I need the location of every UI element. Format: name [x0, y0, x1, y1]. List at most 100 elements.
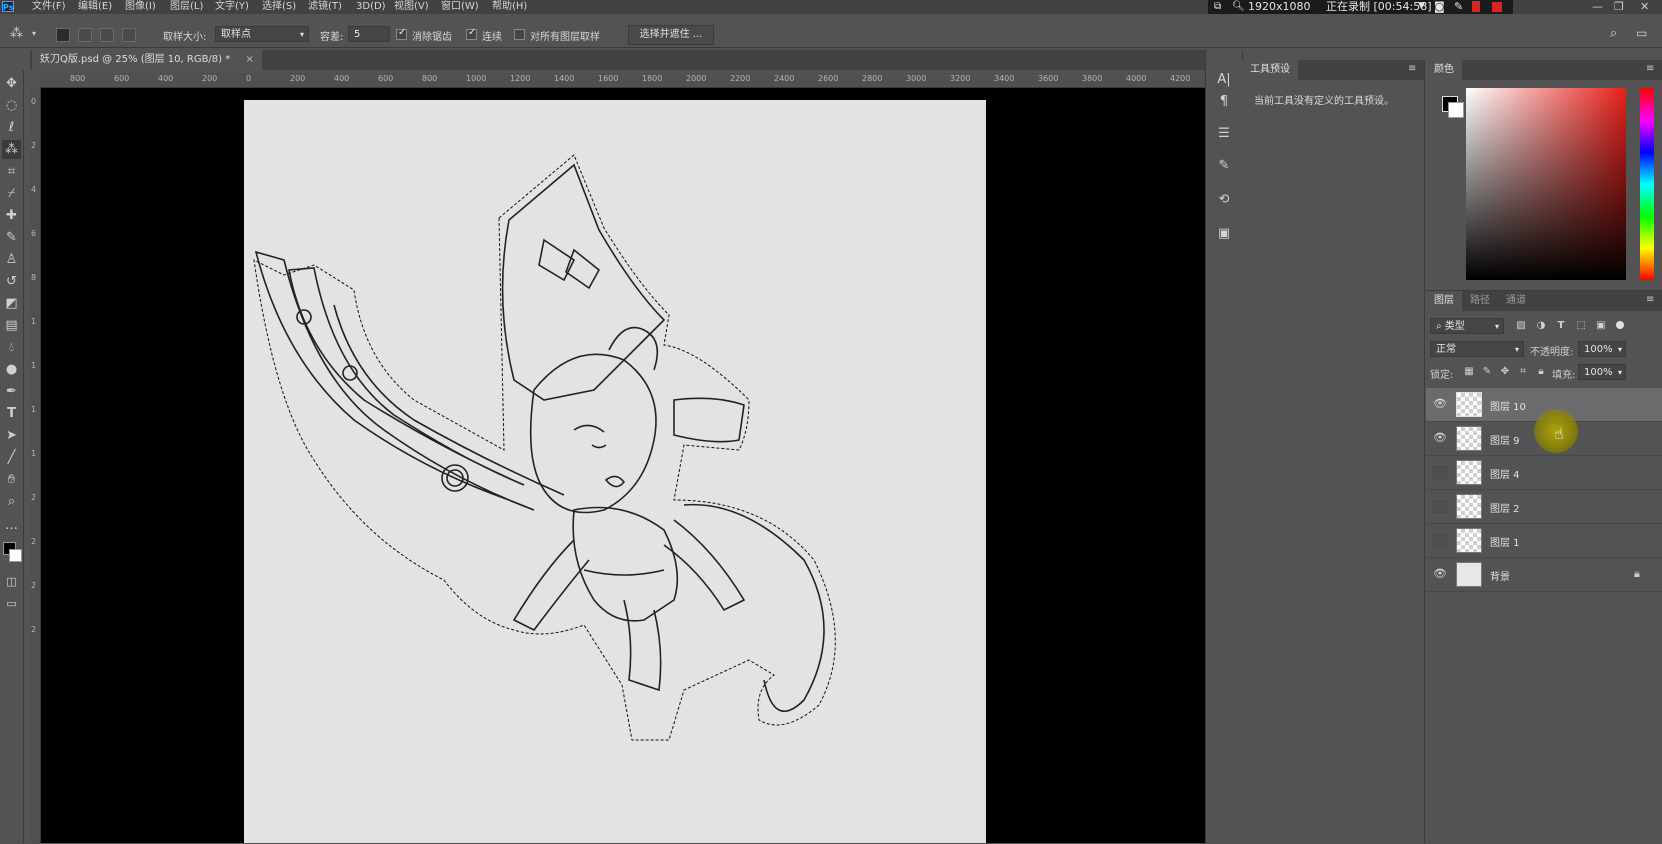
eraser-icon[interactable]: ◩ — [2, 294, 21, 313]
panel-menu-icon[interactable]: ≡ — [1646, 294, 1654, 305]
minimize-icon[interactable]: — — [1592, 0, 1603, 13]
menu-filter[interactable]: 滤镜(T) — [308, 0, 342, 14]
new-selection-button[interactable] — [56, 28, 70, 42]
character-icon[interactable]: A| — [1214, 70, 1234, 90]
close-window-icon[interactable]: ✕ — [1640, 0, 1649, 13]
properties-icon[interactable]: ▣ — [1214, 224, 1234, 244]
menu-3d[interactable]: 3D(D) — [356, 0, 386, 14]
lasso-icon[interactable]: ℓ — [2, 118, 21, 137]
filter-adjustment-icon[interactable]: ◑ — [1534, 319, 1548, 333]
menu-select[interactable]: 选择(S) — [262, 0, 296, 14]
menu-window[interactable]: 窗口(W) — [441, 0, 479, 14]
stamp-icon[interactable]: ♙ — [2, 250, 21, 269]
menu-file[interactable]: 文件(F) — [32, 0, 66, 14]
stop-icon[interactable] — [1492, 2, 1502, 12]
lock-position-icon[interactable]: ✥ — [1498, 365, 1512, 379]
fill-input[interactable]: 100% ▾ — [1578, 364, 1626, 380]
hand-icon[interactable]: ✋︎ — [2, 470, 21, 489]
tolerance-input[interactable]: 5 — [348, 26, 390, 42]
menu-view[interactable]: 视图(V) — [394, 0, 429, 14]
lock-transparency-icon[interactable]: ▦ — [1462, 365, 1476, 379]
screen-mode-icon[interactable]: ▭ — [2, 594, 21, 613]
magic-wand-icon[interactable]: ⁂ — [10, 26, 23, 41]
pen-icon[interactable]: ✎ — [1454, 0, 1463, 13]
path-select-icon[interactable]: ➤ — [2, 426, 21, 445]
magnifier-icon[interactable]: 🔍︎ — [1232, 0, 1245, 13]
hue-slider[interactable] — [1640, 88, 1654, 280]
panel-menu-icon[interactable]: ≡ — [1408, 63, 1416, 74]
filter-smart-object-icon[interactable]: ▣ — [1594, 319, 1608, 333]
clone-source-icon[interactable]: ⟲ — [1214, 190, 1234, 210]
visibility-eye-icon[interactable]: 👁︎ — [1433, 432, 1447, 444]
visibility-off-box[interactable] — [1433, 466, 1447, 479]
tab-layers[interactable]: 图层 — [1426, 291, 1462, 311]
contiguous-checkbox[interactable] — [466, 27, 477, 40]
filter-toggle-icon[interactable] — [1616, 321, 1624, 329]
visibility-off-box[interactable] — [1433, 500, 1447, 513]
document-tab[interactable]: 妖刀Q版.psd @ 25% (图层 10, RGB/8) * × — [32, 50, 262, 70]
tab-tool-presets[interactable]: 工具预设 — [1242, 60, 1298, 80]
brush-icon[interactable]: ✎ — [2, 228, 21, 247]
dodge-icon[interactable]: ● — [2, 360, 21, 379]
background-color-chip[interactable] — [1448, 102, 1464, 118]
color-picker-field[interactable] — [1466, 88, 1626, 280]
lock-artboard-icon[interactable]: ⌗ — [1516, 365, 1530, 379]
dropdown-arrow-icon[interactable]: ▼ — [1418, 0, 1425, 13]
pause-icon[interactable] — [1472, 1, 1480, 12]
close-tab-icon[interactable]: × — [245, 54, 253, 65]
sample-size-select[interactable]: 取样点 ▾ — [215, 26, 309, 42]
lock-pixels-icon[interactable]: ✎ — [1480, 365, 1494, 379]
lock-all-icon[interactable]: 🔒︎ — [1534, 365, 1548, 379]
workspace-icon[interactable]: ▭ — [1636, 26, 1647, 40]
background-color-swatch[interactable] — [9, 549, 22, 562]
eyedropper-icon[interactable]: ⌿ — [2, 184, 21, 203]
filter-type-icon[interactable]: T — [1554, 319, 1568, 333]
filter-shape-icon[interactable]: ⬚ — [1574, 319, 1588, 333]
restore-icon[interactable]: ⧉ — [1214, 0, 1221, 13]
canvas-area[interactable] — [41, 88, 1205, 843]
menu-image[interactable]: 图像(I) — [125, 0, 156, 14]
crop-icon[interactable]: ⌗ — [2, 162, 21, 181]
tab-color[interactable]: 颜色 — [1426, 60, 1462, 80]
adjustments-icon[interactable]: ☰ — [1214, 124, 1234, 144]
layer-row-2[interactable]: 图层 2 — [1426, 490, 1662, 524]
add-selection-button[interactable] — [78, 28, 92, 42]
layer-row-1[interactable]: 图层 1 — [1426, 524, 1662, 558]
visibility-off-box[interactable] — [1433, 534, 1447, 547]
intersect-selection-button[interactable] — [122, 28, 136, 42]
paragraph-icon[interactable]: ¶ — [1214, 92, 1234, 112]
type-icon[interactable]: T — [2, 404, 21, 423]
brush-settings-icon[interactable]: ✎ — [1214, 156, 1234, 176]
chevron-down-icon[interactable]: ▾ — [32, 29, 36, 38]
tab-channels[interactable]: 通道 — [1498, 291, 1534, 311]
subtract-selection-button[interactable] — [100, 28, 114, 42]
gradient-icon[interactable]: ▤ — [2, 316, 21, 335]
menu-layer[interactable]: 图层(L) — [170, 0, 203, 14]
antialias-checkbox[interactable] — [396, 27, 407, 40]
layer-row-4[interactable]: 图层 4 — [1426, 456, 1662, 490]
document-canvas[interactable] — [244, 100, 986, 843]
all-layers-checkbox[interactable] — [514, 29, 525, 40]
menu-edit[interactable]: 编辑(E) — [78, 0, 112, 14]
zoom-icon[interactable]: ⌕ — [2, 492, 21, 511]
quick-mask-icon[interactable]: ◫ — [2, 572, 21, 591]
select-and-mask-button[interactable]: 选择并遮住 ... — [628, 25, 714, 45]
panel-menu-icon[interactable]: ≡ — [1646, 63, 1654, 74]
search-icon[interactable]: ⌕ — [1610, 26, 1617, 41]
opacity-input[interactable]: 100% ▾ — [1578, 341, 1626, 357]
healing-icon[interactable]: ✚ — [2, 206, 21, 225]
history-brush-icon[interactable]: ↺ — [2, 272, 21, 291]
menu-help[interactable]: 帮助(H) — [492, 0, 527, 14]
more-icon[interactable]: … — [2, 516, 21, 535]
filter-pixel-icon[interactable]: ▨ — [1514, 319, 1528, 333]
line-icon[interactable]: ╱ — [2, 448, 21, 467]
tab-paths[interactable]: 路径 — [1462, 291, 1498, 311]
magic-wand-icon[interactable]: ⁂ — [2, 140, 21, 159]
move-icon[interactable]: ✥ — [2, 74, 21, 93]
blend-mode-select[interactable]: 正常 ▾ — [1430, 341, 1524, 357]
blur-icon[interactable]: 💧︎ — [2, 338, 21, 357]
camera-icon[interactable]: ◙ — [1434, 0, 1445, 13]
layer-row-background[interactable]: 👁︎ 背景 🔒︎ — [1426, 558, 1662, 592]
pen-icon[interactable]: ✒ — [2, 382, 21, 401]
marquee-icon[interactable]: ◌ — [2, 96, 21, 115]
